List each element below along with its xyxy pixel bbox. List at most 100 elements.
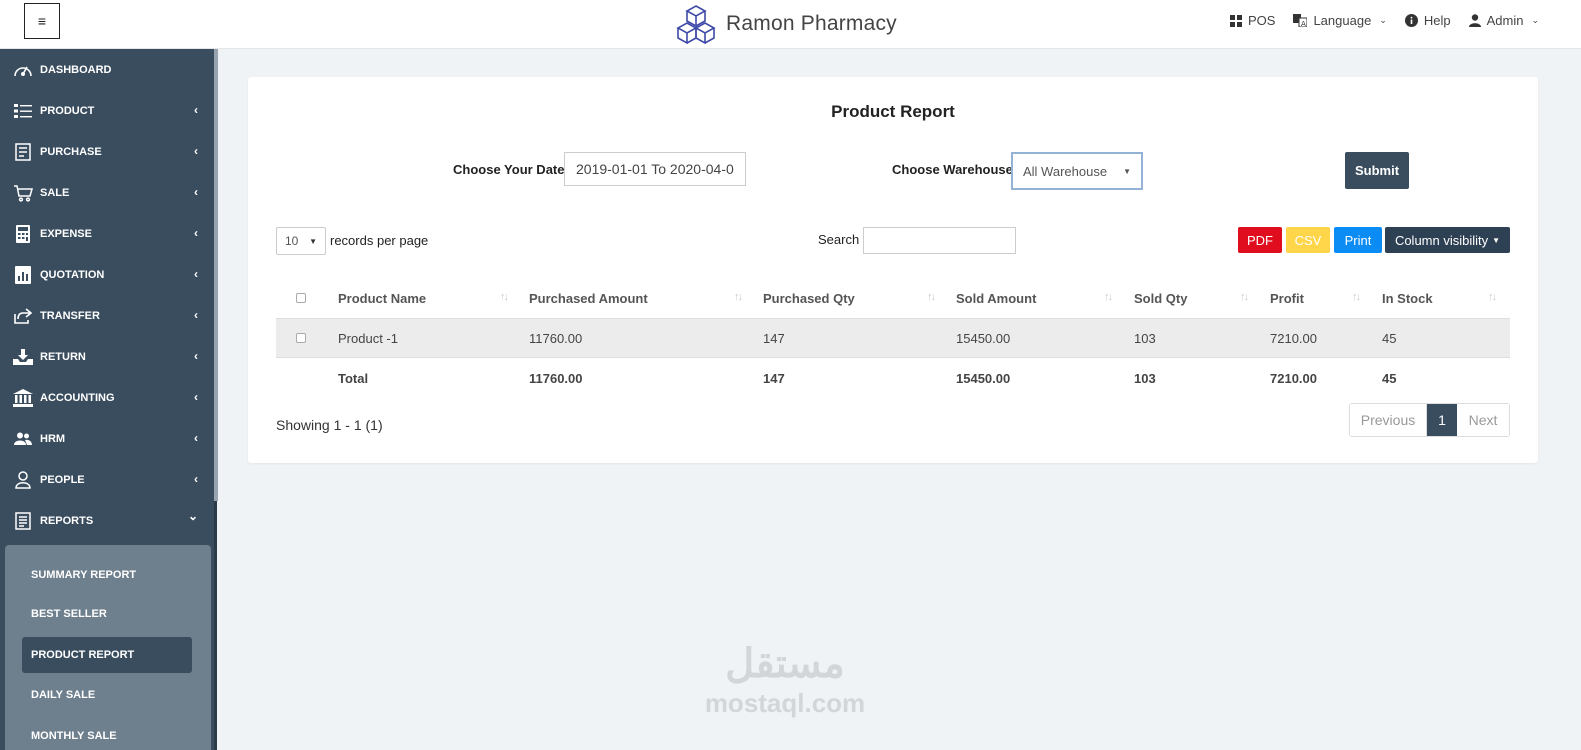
csv-button[interactable]: CSV (1286, 227, 1330, 253)
submenu-item-product-report[interactable]: PRODUCT REPORT (31, 649, 134, 661)
sidebar-item-transfer[interactable]: TRANSFER ‹ (0, 295, 214, 336)
cell-sold-qty: 103 (1134, 330, 1156, 346)
footer-in-stock: 45 (1382, 370, 1397, 386)
print-button[interactable]: Print (1334, 227, 1382, 253)
help-link[interactable]: Help (1404, 13, 1451, 28)
cell-purchased-qty: 147 (763, 330, 785, 346)
sidebar-item-dashboard[interactable]: DASHBOARD (0, 49, 214, 90)
cell-sold-amount: 15450.00 (956, 330, 1011, 346)
cell-profit: 7210.00 (1270, 330, 1317, 346)
user-label: Admin (1486, 13, 1524, 28)
checkbox-box (296, 333, 306, 343)
sidebar-item-hrm[interactable]: HRM ‹ (0, 418, 214, 459)
warehouse-select[interactable]: All Warehouse ▼ (1011, 152, 1143, 190)
user-dropdown[interactable]: Admin ⌄ (1468, 13, 1539, 28)
sidebar-item-purchase[interactable]: PURCHASE ‹ (0, 131, 214, 172)
column-visibility-button[interactable]: Column visibility ▼ (1385, 227, 1510, 253)
caret-down-icon: ▼ (1492, 235, 1501, 245)
chevron-left-icon: ‹ (194, 308, 198, 322)
records-per-page-select[interactable]: 10 ▼ (276, 227, 326, 255)
language-dropdown[interactable]: A Language ⌄ (1293, 13, 1387, 28)
users-icon (12, 428, 34, 450)
select-all-checkbox[interactable] (296, 279, 306, 317)
receipt-icon (12, 141, 34, 163)
submit-button[interactable]: Submit (1345, 152, 1409, 189)
header-product-name[interactable]: Product Name (338, 279, 426, 317)
chevron-left-icon: ‹ (194, 103, 198, 117)
sidebar-item-accounting[interactable]: ACCOUNTING ‹ (0, 377, 214, 418)
sidebar-item-reports[interactable]: REPORTS ⌄ (0, 500, 214, 541)
cell-purchased-amount: 11760.00 (529, 330, 583, 346)
grid-icon (1229, 14, 1242, 27)
next-page-button[interactable]: Next (1457, 404, 1509, 436)
pagination: Previous 1 Next (1349, 403, 1510, 437)
search-input[interactable] (863, 227, 1016, 254)
submenu-item-best-seller[interactable]: BEST SELLER (31, 608, 107, 620)
table-row[interactable]: Product -1 11760.00 147 15450.00 103 721… (276, 318, 1510, 358)
sort-icon[interactable]: ↑↓ (734, 291, 743, 303)
sidebar-item-product[interactable]: PRODUCT ‹ (0, 90, 214, 131)
sort-icon[interactable]: ↑↓ (1488, 291, 1497, 303)
sidebar-item-label: DASHBOARD (40, 63, 112, 76)
cubes-logo-icon (676, 5, 716, 44)
sidebar-scrollbar[interactable] (214, 49, 218, 501)
sidebar-item-label: EXPENSE (40, 227, 92, 240)
sidebar-item-people[interactable]: PEOPLE ‹ (0, 459, 214, 500)
sidebar-menu: DASHBOARD PRODUCT ‹ PURCHASE ‹ SALE ‹ EXPENSE ‹ Q… (0, 49, 214, 541)
translate-icon: A (1293, 14, 1308, 27)
header-sold-qty[interactable]: Sold Qty (1134, 279, 1187, 317)
chevron-down-icon: ⌄ (187, 509, 198, 523)
submenu-item-monthly-sale[interactable]: MONTHLY SALE (31, 730, 117, 742)
search-label: Search (818, 232, 860, 247)
chevron-left-icon: ‹ (194, 226, 198, 240)
submenu-item-daily-sale[interactable]: DAILY SALE (31, 689, 95, 701)
row-checkbox[interactable] (296, 319, 306, 357)
footer-purchased-qty: 147 (763, 370, 785, 386)
chevron-left-icon: ‹ (194, 267, 198, 281)
pdf-button[interactable]: PDF (1238, 227, 1282, 253)
top-nav: POS A Language ⌄ Help Admin ⌄ (1229, 13, 1539, 28)
footer-purchased-amount: 11760.00 (529, 370, 583, 386)
sort-icon[interactable]: ↑↓ (1240, 291, 1249, 303)
chevron-left-icon: ‹ (194, 185, 198, 199)
header-profit[interactable]: Profit (1270, 279, 1304, 317)
header-sold-amount[interactable]: Sold Amount (956, 279, 1036, 317)
sort-icon[interactable]: ↑↓ (1104, 291, 1113, 303)
header-purchased-qty[interactable]: Purchased Qty (763, 279, 855, 317)
sort-icon[interactable]: ↑↓ (500, 291, 509, 303)
table-footer-row: Total 11760.00 147 15450.00 103 7210.00 … (276, 358, 1510, 398)
sidebar-item-expense[interactable]: EXPENSE ‹ (0, 213, 214, 254)
product-report-card: Product Report Choose Your Date 2019-01-… (248, 77, 1538, 463)
report-icon (12, 510, 34, 532)
date-range-input[interactable]: 2019-01-01 To 2020-04-0 (564, 152, 746, 186)
sidebar-item-sale[interactable]: SALE ‹ (0, 172, 214, 213)
header-in-stock[interactable]: In Stock (1382, 279, 1433, 317)
sidebar-item-label: PURCHASE (40, 145, 102, 158)
sort-icon[interactable]: ↑↓ (927, 291, 936, 303)
column-visibility-label: Column visibility (1394, 232, 1489, 248)
sort-icon[interactable]: ↑↓ (1352, 291, 1361, 303)
sidebar-item-label: SALE (40, 186, 70, 199)
chevron-down-icon: ⌄ (1379, 15, 1387, 25)
chevron-left-icon: ‹ (194, 390, 198, 404)
menu-toggle-button[interactable]: ≡ (24, 3, 60, 39)
reports-submenu: SUMMARY REPORT BEST SELLER PRODUCT REPOR… (5, 545, 211, 750)
bank-icon (12, 387, 34, 409)
cell-in-stock: 45 (1382, 330, 1397, 346)
page-1-button[interactable]: 1 (1427, 404, 1457, 436)
header-purchased-amount[interactable]: Purchased Amount (529, 279, 648, 317)
chevron-left-icon: ‹ (194, 431, 198, 445)
submenu-item-summary-report[interactable]: SUMMARY REPORT (31, 569, 136, 581)
watermark-arabic: مستقل (725, 642, 845, 686)
user-icon (12, 469, 34, 491)
brand[interactable]: Ramon Pharmacy (676, 3, 897, 45)
warehouse-selected-value: All Warehouse (1023, 163, 1108, 179)
sidebar-item-return[interactable]: RETURN ‹ (0, 336, 214, 377)
svg-text:A: A (1301, 20, 1306, 27)
caret-down-icon: ▼ (1123, 166, 1131, 176)
info-icon (1404, 14, 1418, 27)
sidebar-item-quotation[interactable]: QUOTATION ‹ (0, 254, 214, 295)
chevron-down-icon: ⌄ (1531, 15, 1539, 25)
previous-page-button[interactable]: Previous (1350, 404, 1427, 436)
pos-link[interactable]: POS (1229, 13, 1275, 28)
